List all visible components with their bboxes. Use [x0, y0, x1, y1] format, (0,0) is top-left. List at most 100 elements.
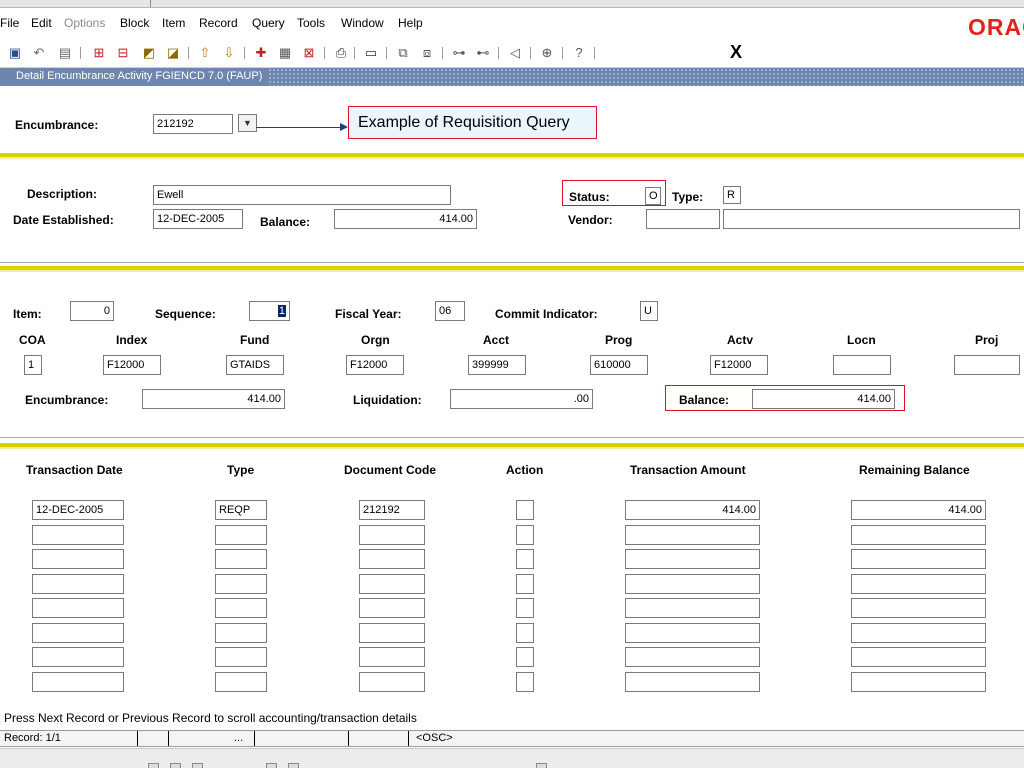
txn-document-code-field[interactable]: [359, 598, 425, 618]
sequence-field[interactable]: 1: [249, 301, 290, 321]
commit-indicator-field[interactable]: U: [640, 301, 658, 321]
txn-remaining-balance-field[interactable]: 414.00: [851, 500, 986, 520]
cancel-query-icon[interactable]: ⊠: [300, 44, 318, 62]
paste-icon[interactable]: ⧈: [418, 44, 436, 62]
header-balance-field[interactable]: 414.00: [334, 209, 477, 229]
txn-amount-field[interactable]: [625, 672, 760, 692]
txn-amount-field[interactable]: [625, 623, 760, 643]
down-icon[interactable]: ⇩: [220, 44, 238, 62]
vendor-name-field[interactable]: [723, 209, 1020, 229]
txn-type-field[interactable]: [215, 647, 267, 667]
txn-amount-field[interactable]: [625, 574, 760, 594]
encumbrance-dropdown-button[interactable]: ▼: [238, 114, 257, 132]
txn-date-field[interactable]: [32, 598, 124, 618]
query-icon[interactable]: ▦: [276, 44, 294, 62]
txn-date-field[interactable]: [32, 672, 124, 692]
locn-field[interactable]: [833, 355, 891, 375]
key-encumbrance-field[interactable]: 212192: [153, 114, 233, 134]
txn-amount-field[interactable]: [625, 525, 760, 545]
acct-field[interactable]: 399999: [468, 355, 526, 375]
help-circle-icon[interactable]: ?: [570, 44, 588, 62]
txn-type-field[interactable]: [215, 525, 267, 545]
txn-remaining-balance-field[interactable]: [851, 647, 986, 667]
proj-field[interactable]: [954, 355, 1020, 375]
print-setup-icon[interactable]: ▭: [362, 44, 380, 62]
menu-help[interactable]: Help: [398, 16, 423, 30]
copy-icon[interactable]: ⧉: [394, 44, 412, 62]
txn-action-field[interactable]: [516, 549, 534, 569]
txn-remaining-balance-field[interactable]: [851, 525, 986, 545]
fiscal-year-field[interactable]: 06: [435, 301, 465, 321]
insert-record-icon[interactable]: ⊞: [90, 44, 108, 62]
actv-field[interactable]: F12000: [710, 355, 768, 375]
txn-action-field[interactable]: [516, 647, 534, 667]
txn-date-field[interactable]: [32, 525, 124, 545]
liquidation-field[interactable]: .00: [450, 389, 593, 409]
txn-remaining-balance-field[interactable]: [851, 623, 986, 643]
txn-type-field[interactable]: [215, 623, 267, 643]
menu-window[interactable]: Window: [341, 16, 384, 30]
txn-document-code-field[interactable]: [359, 623, 425, 643]
txn-remaining-balance-field[interactable]: [851, 672, 986, 692]
tree2-icon[interactable]: ⊷: [474, 44, 492, 62]
menu-query[interactable]: Query: [252, 16, 285, 30]
txn-amount-field[interactable]: [625, 647, 760, 667]
status-field[interactable]: O: [645, 187, 661, 205]
txn-amount-field[interactable]: [625, 549, 760, 569]
txn-type-field[interactable]: [215, 549, 267, 569]
txn-remaining-balance-field[interactable]: [851, 598, 986, 618]
menu-options[interactable]: Options: [64, 16, 105, 30]
orgn-field[interactable]: F12000: [346, 355, 404, 375]
txn-action-field[interactable]: [516, 525, 534, 545]
index-field[interactable]: F12000: [103, 355, 161, 375]
txn-remaining-balance-field[interactable]: [851, 574, 986, 594]
rollback-icon[interactable]: ↶: [30, 44, 48, 62]
menu-file[interactable]: File: [0, 16, 19, 30]
txn-action-field[interactable]: [516, 598, 534, 618]
description-field[interactable]: Ewell: [153, 185, 451, 205]
txn-date-field[interactable]: [32, 549, 124, 569]
next-block-icon[interactable]: ◪: [164, 44, 182, 62]
exit-button[interactable]: X: [730, 42, 742, 63]
txn-type-field[interactable]: [215, 672, 267, 692]
menu-edit[interactable]: Edit: [31, 16, 52, 30]
txn-action-field[interactable]: [516, 623, 534, 643]
txn-document-code-field[interactable]: [359, 647, 425, 667]
txn-action-field[interactable]: [516, 672, 534, 692]
tree-icon[interactable]: ⊶: [450, 44, 468, 62]
menu-tools[interactable]: Tools: [297, 16, 325, 30]
globe-icon[interactable]: ⊕: [538, 44, 556, 62]
menu-block[interactable]: Block: [120, 16, 149, 30]
remove-record-icon[interactable]: ⊟: [114, 44, 132, 62]
speaker-icon[interactable]: ◁: [506, 44, 524, 62]
coa-field[interactable]: 1: [24, 355, 42, 375]
type-field[interactable]: R: [723, 186, 741, 204]
txn-type-field[interactable]: [215, 574, 267, 594]
up-icon[interactable]: ⇧: [196, 44, 214, 62]
accounting-balance-field[interactable]: 414.00: [752, 389, 895, 409]
prog-field[interactable]: 610000: [590, 355, 648, 375]
txn-document-code-field[interactable]: [359, 672, 425, 692]
item-field[interactable]: 0: [70, 301, 114, 321]
txn-document-code-field[interactable]: 212192: [359, 500, 425, 520]
txn-document-code-field[interactable]: [359, 574, 425, 594]
txn-action-field[interactable]: [516, 574, 534, 594]
txn-type-field[interactable]: [215, 598, 267, 618]
txn-amount-field[interactable]: 414.00: [625, 500, 760, 520]
menu-record[interactable]: Record: [199, 16, 238, 30]
accounting-encumbrance-field[interactable]: 414.00: [142, 389, 285, 409]
txn-document-code-field[interactable]: [359, 549, 425, 569]
help-icon[interactable]: ✚: [252, 44, 270, 62]
previous-block-icon[interactable]: ◩: [140, 44, 158, 62]
txn-date-field[interactable]: [32, 647, 124, 667]
txn-document-code-field[interactable]: [359, 525, 425, 545]
save-icon[interactable]: ▣: [6, 44, 24, 62]
txn-action-field[interactable]: [516, 500, 534, 520]
vendor-id-field[interactable]: [646, 209, 720, 229]
txn-date-field[interactable]: 12-DEC-2005: [32, 500, 124, 520]
txn-date-field[interactable]: [32, 623, 124, 643]
menu-item[interactable]: Item: [162, 16, 185, 30]
fund-field[interactable]: GTAIDS: [226, 355, 284, 375]
txn-remaining-balance-field[interactable]: [851, 549, 986, 569]
txn-amount-field[interactable]: [625, 598, 760, 618]
